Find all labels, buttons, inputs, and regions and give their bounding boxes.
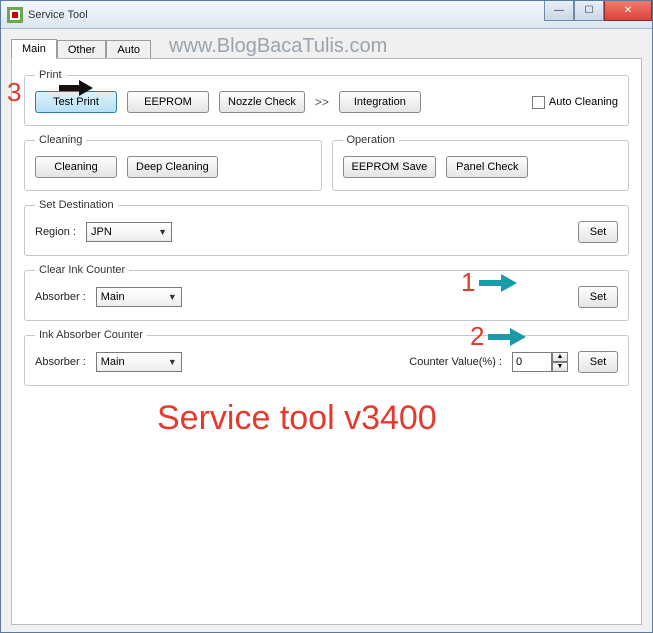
region-label: Region :	[35, 226, 76, 238]
nozzle-check-button[interactable]: Nozzle Check	[219, 91, 305, 113]
spinner-down-icon[interactable]: ▼	[552, 362, 568, 372]
ink-absorber-label: Absorber :	[35, 356, 86, 368]
group-clear-ink: Clear Ink Counter Absorber : Main ▼ Set	[24, 264, 629, 321]
group-ink-absorber-legend: Ink Absorber Counter	[35, 329, 147, 341]
auto-cleaning-checkbox[interactable]: Auto Cleaning	[532, 96, 618, 109]
minimize-button[interactable]: —	[544, 1, 574, 21]
counter-value-label: Counter Value(%) :	[409, 356, 502, 368]
region-value: JPN	[91, 226, 112, 238]
clear-ink-absorber-label: Absorber :	[35, 291, 86, 303]
counter-value-input[interactable]	[512, 352, 552, 372]
test-print-button[interactable]: Test Print	[35, 91, 117, 113]
counter-value-spinner[interactable]: ▲ ▼	[512, 352, 568, 372]
deep-cleaning-button[interactable]: Deep Cleaning	[127, 156, 218, 178]
chevron-down-icon: ▼	[158, 227, 167, 237]
ink-absorber-value: Main	[101, 356, 125, 368]
tab-bar: Main Other Auto www.BlogBacaTulis.com	[11, 35, 642, 58]
checkbox-icon	[532, 96, 545, 109]
integration-button[interactable]: Integration	[339, 91, 421, 113]
ink-absorber-set-button[interactable]: Set	[578, 351, 618, 373]
group-cleaning-legend: Cleaning	[35, 134, 86, 146]
spinner-up-icon[interactable]: ▲	[552, 352, 568, 362]
client-area: Main Other Auto www.BlogBacaTulis.com Pr…	[1, 29, 652, 632]
tab-main[interactable]: Main	[11, 39, 57, 59]
set-destination-set-button[interactable]: Set	[578, 221, 618, 243]
chevron-right-icon: >>	[315, 95, 329, 109]
app-window: Service Tool — ☐ ✕ Main Other Auto www.B…	[0, 0, 653, 633]
group-set-destination: Set Destination Region : JPN ▼ Set	[24, 199, 629, 256]
overlay-title: Service tool v3400	[157, 399, 437, 438]
region-select[interactable]: JPN ▼	[86, 222, 172, 242]
group-cleaning: Cleaning Cleaning Deep Cleaning	[24, 134, 322, 191]
eeprom-button[interactable]: EEPROM	[127, 91, 209, 113]
chevron-down-icon: ▼	[168, 357, 177, 367]
cleaning-button[interactable]: Cleaning	[35, 156, 117, 178]
panel-check-button[interactable]: Panel Check	[446, 156, 528, 178]
group-operation-legend: Operation	[343, 134, 399, 146]
tab-panel-main: Print Test Print EEPROM Nozzle Check >> …	[11, 58, 642, 625]
auto-cleaning-label: Auto Cleaning	[549, 96, 618, 108]
chevron-down-icon: ▼	[168, 292, 177, 302]
maximize-button[interactable]: ☐	[574, 1, 604, 21]
tab-other[interactable]: Other	[57, 40, 107, 59]
clear-ink-absorber-value: Main	[101, 291, 125, 303]
eeprom-save-button[interactable]: EEPROM Save	[343, 156, 437, 178]
ink-absorber-select[interactable]: Main ▼	[96, 352, 182, 372]
tab-auto[interactable]: Auto	[106, 40, 151, 59]
titlebar[interactable]: Service Tool — ☐ ✕	[1, 1, 652, 29]
clear-ink-absorber-select[interactable]: Main ▼	[96, 287, 182, 307]
app-icon	[7, 7, 23, 23]
group-ink-absorber: Ink Absorber Counter Absorber : Main ▼ C…	[24, 329, 629, 386]
group-print-legend: Print	[35, 69, 66, 81]
clear-ink-set-button[interactable]: Set	[578, 286, 618, 308]
group-print: Print Test Print EEPROM Nozzle Check >> …	[24, 69, 629, 126]
window-title: Service Tool	[28, 9, 88, 21]
group-operation: Operation EEPROM Save Panel Check	[332, 134, 630, 191]
watermark-text: www.BlogBacaTulis.com	[169, 35, 387, 58]
close-button[interactable]: ✕	[604, 1, 652, 21]
group-clear-ink-legend: Clear Ink Counter	[35, 264, 129, 276]
group-set-destination-legend: Set Destination	[35, 199, 118, 211]
